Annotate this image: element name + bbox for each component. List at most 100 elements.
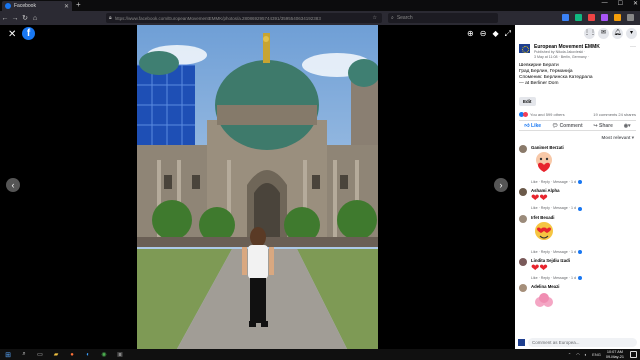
shares-count[interactable]: 24 shares xyxy=(618,112,636,117)
avatar xyxy=(518,339,525,346)
reactions-text: You and 599 others xyxy=(530,112,565,117)
post-location[interactable]: — at Berliner Dom xyxy=(519,81,636,87)
language-indicator[interactable]: ENG xyxy=(592,352,601,357)
comment-sort[interactable]: Most relevant ▾ xyxy=(515,132,640,144)
like-label: Like xyxy=(531,122,542,129)
fullscreen-icon[interactable]: ⤢ xyxy=(505,29,511,39)
post-date[interactable]: 3 May at 11:08 · Berlin, Germany · xyxy=(534,55,600,60)
avatar[interactable] xyxy=(519,257,527,266)
menu-icon[interactable] xyxy=(627,14,634,21)
page-avatar[interactable] xyxy=(519,44,530,53)
more-options-icon[interactable]: ··· xyxy=(630,44,636,60)
like-reaction-icon xyxy=(577,180,582,185)
search-icon[interactable]: ⌕ xyxy=(16,349,32,360)
comment-button[interactable]: 💬︎ Comment xyxy=(552,123,583,129)
notifications-icon[interactable] xyxy=(630,351,637,358)
minimize-icon[interactable]: — xyxy=(602,0,608,7)
url-bar[interactable]: 🔒︎ https://www.facebook.com/EuropeanMove… xyxy=(106,13,382,23)
share-label: Share xyxy=(599,122,613,129)
apps-grid-icon[interactable]: ⋮⋮ xyxy=(584,27,596,39)
extension-icon[interactable] xyxy=(575,14,582,21)
reactions-summary[interactable]: You and 599 others xyxy=(519,112,565,118)
browser-tab-facebook[interactable]: Facebook ✕ xyxy=(2,1,72,11)
back-icon[interactable]: ← xyxy=(0,15,10,22)
extension-icon[interactable] xyxy=(562,14,569,21)
comment-links[interactable]: Like · Reply · Message · 1 d xyxy=(531,276,636,280)
windows-start-icon[interactable]: ⊞ xyxy=(0,351,16,359)
reload-icon[interactable]: ↻ xyxy=(20,14,30,22)
comment-item: Adelina Meazi xyxy=(515,283,640,319)
audience-icon[interactable]: ◉▾ xyxy=(624,123,631,129)
extension-icon[interactable] xyxy=(601,14,608,21)
post-actions: 👍︎ Like 💬︎ Comment ↪ Share ◉▾ xyxy=(519,120,636,132)
extension-icon[interactable] xyxy=(614,14,621,21)
comment-links[interactable]: Like · Reply · Message · 1 d xyxy=(531,250,636,254)
zoom-out-icon[interactable]: ⊖ xyxy=(480,29,487,39)
avatar[interactable] xyxy=(519,283,527,292)
heart-emoji-icon: ❤❤ xyxy=(531,193,548,205)
volume-icon[interactable]: 🔈︎ xyxy=(585,352,587,357)
love-reaction-icon xyxy=(523,112,528,118)
tray-up-icon[interactable]: ⌃ xyxy=(568,352,571,357)
extension-icon[interactable] xyxy=(588,14,595,21)
file-explorer-icon[interactable]: ▰ xyxy=(48,349,64,360)
maximize-icon[interactable]: ☐ xyxy=(618,0,623,7)
panel-top-bar: ⋮⋮ ✉ 🔔︎ ▾ xyxy=(515,25,640,41)
clock[interactable]: 10:07 AM 09-May-21 xyxy=(606,350,624,359)
notifications-icon[interactable]: 🔔︎ xyxy=(612,27,623,39)
search-placeholder[interactable]: Search xyxy=(397,15,413,21)
share-button[interactable]: ↪ Share xyxy=(593,123,613,129)
like-reaction-icon xyxy=(577,275,582,280)
url-text[interactable]: https://www.facebook.com/EuropeanMovemen… xyxy=(115,16,373,21)
tab-close-icon[interactable]: ✕ xyxy=(64,3,69,10)
task-view-icon[interactable]: ▭ xyxy=(32,349,48,360)
comment-input[interactable]: Comment as Europea... xyxy=(528,338,637,347)
facebook-favicon-icon xyxy=(5,3,11,9)
tag-icon[interactable]: ◆ xyxy=(492,29,498,39)
avatar[interactable] xyxy=(519,145,527,154)
avatar[interactable] xyxy=(519,188,527,197)
firefox-icon[interactable]: ● xyxy=(64,349,80,360)
extension-icons xyxy=(562,14,634,21)
browser-toolbar: ← → ↻ ⌂ 🔒︎ https://www.facebook.com/Euro… xyxy=(0,11,640,25)
zoom-in-icon[interactable]: ⊕ xyxy=(467,29,474,39)
comment-item: Ganimet Berzati Like · Reply · Message ·… xyxy=(515,144,640,187)
window-close-icon[interactable]: ✕ xyxy=(633,0,638,7)
post-header: European Movement EMMK Published by Niko… xyxy=(515,41,640,60)
avatar[interactable] xyxy=(519,214,527,223)
tab-title: Facebook xyxy=(14,3,36,9)
comment-label: Comment xyxy=(559,122,583,129)
heart-sticker-icon xyxy=(536,152,552,173)
home-icon[interactable]: ⌂ xyxy=(30,15,40,22)
comment-author[interactable]: Ganimet Berzati xyxy=(531,145,636,150)
messenger-icon[interactable]: ✉ xyxy=(598,27,609,39)
comment-links[interactable]: Like · Reply · Message · 1 d xyxy=(531,180,636,185)
new-tab-icon[interactable]: + xyxy=(76,0,81,9)
next-photo-button[interactable]: › xyxy=(494,178,508,192)
chrome-icon[interactable]: ◉ xyxy=(96,349,112,360)
photo-illustration xyxy=(137,25,378,349)
viewer-tools: ⊕ ⊖ ◆ ⤢ xyxy=(467,29,511,39)
edge-icon[interactable]: ◐ xyxy=(80,349,96,360)
account-menu-icon[interactable]: ▾ xyxy=(626,27,637,39)
previous-photo-button[interactable]: ‹ xyxy=(6,178,20,192)
reaction-stats: You and 599 others 19 comments 24 shares xyxy=(515,108,640,119)
lock-icon: 🔒︎ xyxy=(109,15,112,21)
search-bar[interactable]: ⌕ Search xyxy=(388,13,498,23)
window-controls: — ☐ ✕ xyxy=(602,0,638,7)
network-icon[interactable]: ◠ xyxy=(576,352,580,357)
close-icon[interactable]: ✕ xyxy=(8,29,16,40)
comment-composer: Comment as Europea... xyxy=(515,336,640,349)
comment-links[interactable]: Like · Reply · Message · 1 d xyxy=(531,206,636,211)
bookmark-star-icon[interactable]: ☆ xyxy=(373,15,379,21)
heart-sticker-icon xyxy=(535,221,553,240)
like-button[interactable]: 👍︎ Like xyxy=(524,123,541,129)
forward-icon[interactable]: → xyxy=(10,15,20,22)
facebook-logo-icon[interactable]: f xyxy=(22,27,35,40)
comment-author[interactable]: Adelina Meazi xyxy=(531,284,636,289)
comments-count[interactable]: 19 comments xyxy=(593,112,617,117)
clock-time: 10:07 AM xyxy=(606,350,623,354)
edit-button[interactable]: Edit xyxy=(519,97,536,106)
comment-author[interactable]: Irfet Bexadi xyxy=(531,215,636,220)
app-icon[interactable]: ▣ xyxy=(112,349,128,360)
